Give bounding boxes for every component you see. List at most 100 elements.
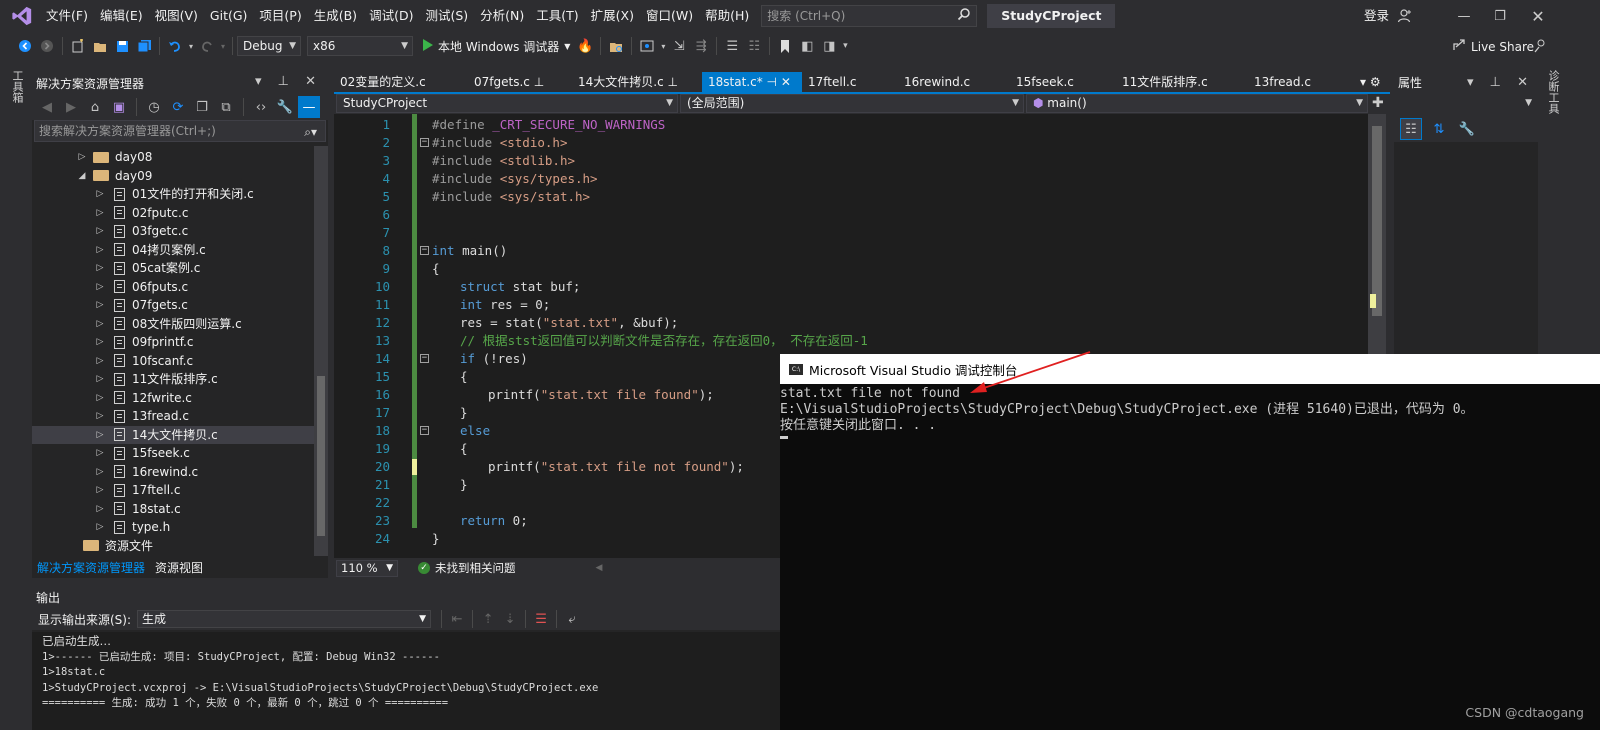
tab-close-icon[interactable]: ✕: [781, 75, 791, 89]
zoom-select[interactable]: 110 % ▼: [336, 559, 398, 577]
history-icon[interactable]: ◷: [143, 96, 165, 118]
find-message-icon[interactable]: ⇤: [446, 608, 468, 630]
tab-13fread[interactable]: 13fread.c: [1248, 72, 1311, 92]
tree-file[interactable]: ▷ 18stat.c: [94, 500, 181, 519]
expand-arrow-icon[interactable]: ▷: [94, 259, 106, 278]
open-folder-icon[interactable]: [89, 35, 111, 57]
tree-file[interactable]: ▷ 16rewind.c: [94, 463, 199, 482]
tree-folder-resources[interactable]: 资源文件: [78, 537, 153, 556]
tree-file[interactable]: ▷ 13fread.c: [94, 407, 189, 426]
expand-arrow-icon[interactable]: ▷: [94, 185, 106, 204]
expand-arrow-icon[interactable]: ▷: [94, 222, 106, 241]
fold-toggle-icon[interactable]: −: [420, 138, 429, 147]
save-icon[interactable]: [111, 35, 133, 57]
properties-object-select[interactable]: ▼: [1394, 94, 1538, 116]
minimize-icon[interactable]: —: [1446, 0, 1482, 32]
menu-project[interactable]: 项目(P): [253, 0, 307, 32]
expand-arrow-icon[interactable]: ▷: [94, 500, 106, 519]
scroll-thumb[interactable]: [317, 376, 325, 536]
feedback-icon[interactable]: [1532, 38, 1548, 57]
tree-file[interactable]: ▷ 05cat案例.c: [94, 259, 201, 278]
menu-tools[interactable]: 工具(T): [530, 0, 584, 32]
properties-wrench-icon[interactable]: 🔧: [274, 96, 296, 118]
comment-lines-icon[interactable]: ☰: [721, 35, 743, 57]
solution-search-input[interactable]: 搜索解决方案资源管理器(Ctrl+;) ⌕▾: [34, 120, 326, 142]
fold-toggle-icon[interactable]: −: [420, 426, 429, 435]
menu-view[interactable]: 视图(V): [149, 0, 204, 32]
property-pages-icon[interactable]: 🔧: [1456, 118, 1478, 140]
undo-dropdown-icon[interactable]: ▾: [186, 35, 196, 57]
toolbox-tab[interactable]: 工具箱: [9, 70, 25, 103]
expand-arrow-icon[interactable]: ▷: [94, 352, 106, 371]
expand-arrow-icon[interactable]: ▷: [76, 148, 88, 167]
expand-arrow-icon[interactable]: ▷: [94, 518, 106, 537]
tree-file[interactable]: ▷ 10fscanf.c: [94, 352, 194, 371]
console-output[interactable]: stat.txt file not found E:\VisualStudioP…: [780, 384, 1600, 730]
tree-file[interactable]: ▷ 17ftell.c: [94, 481, 181, 500]
fold-toggle-icon[interactable]: −: [420, 246, 429, 255]
menu-test[interactable]: 测试(S): [419, 0, 474, 32]
menu-git[interactable]: Git(G): [204, 0, 254, 32]
pin-icon[interactable]: ⊥: [668, 75, 678, 89]
issues-indicator[interactable]: ✓ 未找到相关问题: [418, 560, 516, 576]
next-bookmark-icon[interactable]: ◨: [818, 35, 840, 57]
expand-arrow-icon[interactable]: ▷: [94, 241, 106, 260]
diagnostic-tools-tab[interactable]: 诊断工具: [1545, 70, 1561, 114]
categorized-icon[interactable]: ☷: [1400, 118, 1422, 140]
browse-folder-icon[interactable]: [605, 35, 627, 57]
restore-icon[interactable]: ❐: [1482, 0, 1518, 32]
split-editor-icon[interactable]: ✚: [1372, 95, 1384, 111]
live-share-button[interactable]: Live Share: [1452, 38, 1534, 55]
forward-icon[interactable]: [36, 35, 58, 57]
search-input[interactable]: 搜索 (Ctrl+Q): [761, 5, 978, 27]
home-icon[interactable]: ⌂: [84, 96, 106, 118]
tab-16rewind[interactable]: 16rewind.c: [898, 72, 970, 92]
expand-arrow-icon[interactable]: ▷: [94, 296, 106, 315]
expand-arrow-icon[interactable]: ▷: [94, 315, 106, 334]
tab-15fseek[interactable]: 15fseek.c: [1010, 72, 1074, 92]
tree-folder-day09[interactable]: ◢ day09: [76, 167, 153, 186]
tree-scrollbar[interactable]: [314, 146, 328, 556]
close-icon[interactable]: ✕: [1518, 0, 1558, 32]
login-link[interactable]: 登录: [1364, 0, 1389, 32]
menu-window[interactable]: 窗口(W): [640, 0, 699, 32]
tree-file[interactable]: ▷ 01文件的打开和关闭.c: [94, 185, 254, 204]
expand-arrow-icon[interactable]: ▷: [94, 278, 106, 297]
member-dropdown[interactable]: ⬢ main() ▼: [1026, 94, 1368, 113]
pin-icon[interactable]: ⊥: [534, 75, 544, 89]
tree-file[interactable]: ▷ 03fgetc.c: [94, 222, 189, 241]
menu-debug[interactable]: 调试(D): [363, 0, 419, 32]
menu-edit[interactable]: 编辑(E): [94, 0, 149, 32]
menu-extensions[interactable]: 扩展(X): [585, 0, 640, 32]
tab-14[interactable]: 14大文件拷贝.c ⊥: [572, 72, 678, 92]
word-wrap-icon[interactable]: ⤶: [561, 608, 583, 630]
expand-arrow-icon[interactable]: ▷: [94, 407, 106, 426]
account-icon[interactable]: [1397, 8, 1413, 27]
start-debugging-button[interactable]: 本地 Windows 调试器 ▼: [419, 35, 574, 57]
expand-arrow-icon[interactable]: ▷: [94, 370, 106, 389]
tab-solution-explorer[interactable]: 解决方案资源管理器: [32, 558, 151, 578]
preview-selected-icon[interactable]: —: [298, 96, 320, 118]
tree-file[interactable]: ▷ 04拷贝案例.c: [94, 241, 206, 260]
output-source-select[interactable]: 生成 ▼: [137, 610, 432, 628]
redo-icon[interactable]: [196, 35, 218, 57]
tab-11[interactable]: 11文件版排序.c: [1116, 72, 1208, 92]
toolbar-overflow-icon[interactable]: ▾: [840, 35, 850, 57]
tree-file[interactable]: ▷ 02fputc.c: [94, 204, 189, 223]
expand-arrow-icon[interactable]: ▷: [94, 389, 106, 408]
browser-link-icon[interactable]: [636, 35, 658, 57]
tree-file[interactable]: ▷ 07fgets.c: [94, 296, 188, 315]
expand-arrow-icon[interactable]: ▷: [94, 481, 106, 500]
expand-arrow-icon[interactable]: ▷: [94, 204, 106, 223]
step-into-icon[interactable]: ⇲: [668, 35, 690, 57]
project-dropdown[interactable]: StudyCProject ▼: [336, 94, 678, 113]
sync-icon[interactable]: ⟳: [167, 96, 189, 118]
tab-07fgets[interactable]: 07fgets.c ⊥: [468, 72, 544, 92]
menu-build[interactable]: 生成(B): [308, 0, 363, 32]
expand-arrow-icon[interactable]: ▷: [94, 333, 106, 352]
collapse-all-icon[interactable]: ❐: [191, 96, 213, 118]
hot-reload-icon[interactable]: 🔥: [574, 35, 596, 57]
clear-all-icon[interactable]: ☰: [530, 608, 552, 630]
save-all-icon[interactable]: [133, 35, 155, 57]
new-project-icon[interactable]: [67, 35, 89, 57]
